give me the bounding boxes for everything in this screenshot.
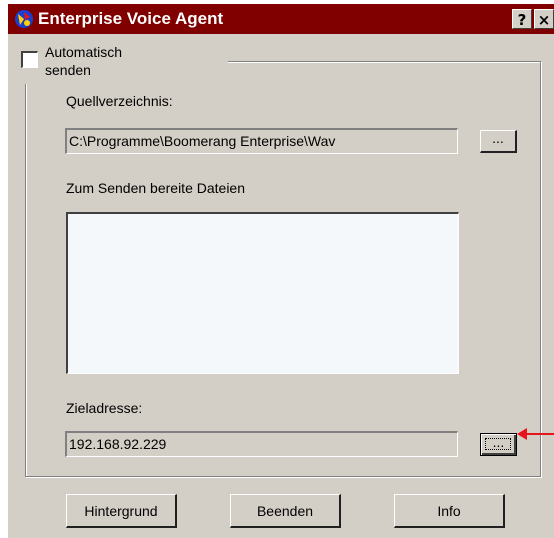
source-browse-button[interactable]: ... xyxy=(480,130,517,153)
files-listbox[interactable] xyxy=(66,212,459,374)
auto-send-label-line1: Automatisch xyxy=(45,44,123,60)
auto-send-checkbox[interactable] xyxy=(21,51,38,68)
quit-button[interactable]: Beenden xyxy=(230,494,341,528)
source-directory-field[interactable]: C:\Programme\Boomerang Enterprise\Wav xyxy=(65,128,458,154)
target-browse-button[interactable]: ... xyxy=(480,433,517,456)
focus-rectangle xyxy=(485,438,511,450)
help-button[interactable]: ? xyxy=(512,9,532,29)
info-button[interactable]: Info xyxy=(394,494,505,528)
auto-send-label: Automatisch senden xyxy=(45,43,175,79)
close-button[interactable]: × xyxy=(534,9,554,29)
source-directory-label: Quellverzeichnis: xyxy=(66,93,173,109)
window-title: Enterprise Voice Agent xyxy=(38,9,224,28)
files-ready-label: Zum Senden bereite Dateien xyxy=(66,180,245,196)
title-bar[interactable]: Enterprise Voice Agent ? × xyxy=(8,4,554,34)
background-button[interactable]: Hintergrund xyxy=(66,494,177,528)
annotation-arrow-icon xyxy=(517,428,554,440)
target-address-field[interactable]: 192.168.92.229 xyxy=(65,431,458,457)
target-address-label: Zieladresse: xyxy=(66,400,143,416)
app-icon xyxy=(15,10,33,28)
auto-send-label-line2: senden xyxy=(45,62,91,78)
